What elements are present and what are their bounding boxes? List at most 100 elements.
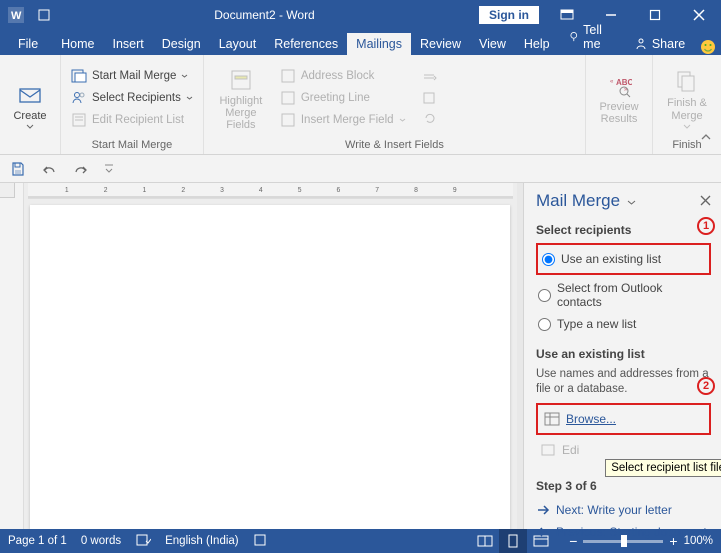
chevron-down-icon bbox=[104, 163, 114, 175]
ribbon-group-create: Create bbox=[0, 55, 61, 154]
svg-text:9: 9 bbox=[453, 187, 457, 194]
horizontal-ruler[interactable]: 121 234 567 89 bbox=[28, 183, 513, 199]
update-labels-button[interactable] bbox=[418, 109, 442, 127]
accessibility-icon[interactable] bbox=[253, 533, 267, 550]
share-button[interactable]: Share bbox=[625, 33, 694, 55]
select-recipients-heading: Select recipients bbox=[536, 223, 711, 237]
annotation-marker-2: 2 bbox=[697, 377, 715, 395]
use-existing-description: Use names and addresses from a file or a… bbox=[536, 367, 711, 397]
ribbon-group-label bbox=[586, 137, 652, 154]
feedback-smiley-icon[interactable] bbox=[694, 39, 721, 55]
radio-input-new[interactable] bbox=[538, 318, 551, 331]
preview-results-button[interactable]: «ABC» Preview Results bbox=[592, 59, 646, 137]
chevron-down-icon bbox=[186, 96, 193, 100]
svg-text:3: 3 bbox=[220, 187, 224, 194]
ribbon-group-write-insert: Highlight Merge Fields Address Block Gre… bbox=[204, 55, 586, 154]
document-page[interactable] bbox=[30, 205, 510, 529]
use-existing-heading: Use an existing list bbox=[536, 347, 711, 361]
highlight-existing-list: Use an existing list bbox=[536, 243, 711, 275]
highlight-merge-fields-button[interactable]: Highlight Merge Fields bbox=[210, 59, 272, 137]
word-count[interactable]: 0 words bbox=[81, 535, 121, 547]
match-fields-button[interactable] bbox=[418, 89, 442, 107]
select-recipients-button[interactable]: Select Recipients bbox=[67, 88, 197, 108]
arrow-right-icon bbox=[536, 504, 550, 516]
tab-references[interactable]: References bbox=[265, 33, 347, 55]
greeting-line-button[interactable]: Greeting Line bbox=[276, 88, 410, 108]
pane-close-button[interactable] bbox=[700, 193, 711, 209]
pane-title: Mail Merge bbox=[536, 191, 636, 211]
insert-merge-field-button[interactable]: Insert Merge Field bbox=[276, 110, 410, 130]
tab-home[interactable]: Home bbox=[52, 33, 103, 55]
svg-text:4: 4 bbox=[259, 187, 263, 194]
radio-input-outlook[interactable] bbox=[538, 289, 551, 302]
redo-icon bbox=[72, 162, 90, 176]
tab-design[interactable]: Design bbox=[153, 33, 210, 55]
radio-use-existing-list[interactable]: Use an existing list bbox=[540, 248, 707, 270]
ribbon-group-label bbox=[0, 149, 60, 154]
chevron-down-icon bbox=[181, 74, 188, 78]
svg-text:5: 5 bbox=[298, 187, 302, 194]
save-button[interactable] bbox=[10, 161, 26, 177]
browse-link[interactable]: Browse... bbox=[540, 408, 707, 430]
print-layout-button[interactable] bbox=[499, 529, 527, 553]
tab-layout[interactable]: Layout bbox=[210, 33, 266, 55]
tab-file[interactable]: File bbox=[4, 33, 52, 55]
tab-mailings[interactable]: Mailings bbox=[347, 33, 411, 55]
highlight-browse: Browse... bbox=[536, 403, 711, 435]
tell-me[interactable]: Tell me bbox=[559, 19, 625, 55]
rules-button[interactable] bbox=[418, 69, 442, 87]
tab-review[interactable]: Review bbox=[411, 33, 470, 55]
next-step-link[interactable]: Next: Write your letter bbox=[536, 499, 711, 521]
spellcheck-icon[interactable] bbox=[135, 533, 151, 550]
read-mode-button[interactable] bbox=[471, 529, 499, 553]
close-button[interactable] bbox=[677, 0, 721, 30]
undo-icon bbox=[40, 162, 58, 176]
edit-recipient-list-button[interactable]: Edit Recipient List bbox=[67, 110, 197, 130]
svg-text:«: « bbox=[610, 79, 614, 85]
zoom-slider[interactable] bbox=[583, 540, 663, 543]
svg-text:1: 1 bbox=[143, 187, 147, 194]
recipients-icon bbox=[71, 90, 87, 106]
qat-customize-button[interactable] bbox=[104, 163, 114, 175]
edit-recipient-link[interactable]: Edi bbox=[536, 439, 711, 461]
chevron-down-icon[interactable] bbox=[627, 200, 636, 206]
maximize-button[interactable] bbox=[633, 0, 677, 30]
arrow-left-icon bbox=[536, 526, 550, 538]
svg-text:ABC: ABC bbox=[616, 78, 632, 87]
envelopes-labels-button[interactable]: Create bbox=[6, 59, 54, 149]
ribbon-group-preview: «ABC» Preview Results bbox=[586, 55, 653, 154]
annotation-marker-1: 1 bbox=[697, 217, 715, 235]
redo-button[interactable] bbox=[72, 162, 90, 176]
document-title: Document2 - Word bbox=[50, 8, 479, 22]
address-icon bbox=[280, 68, 296, 84]
page-indicator[interactable]: Page 1 of 1 bbox=[8, 535, 67, 547]
start-mail-merge-button[interactable]: Start Mail Merge bbox=[67, 66, 197, 86]
autosave-icon[interactable] bbox=[38, 9, 50, 21]
rules-icon bbox=[422, 71, 438, 85]
chevron-down-icon bbox=[26, 124, 34, 129]
svg-text:W: W bbox=[11, 10, 22, 22]
undo-button[interactable] bbox=[40, 162, 58, 176]
edit-icon bbox=[540, 443, 556, 457]
finish-merge-icon bbox=[674, 69, 700, 95]
document-scroll[interactable] bbox=[24, 199, 517, 529]
tab-view[interactable]: View bbox=[470, 33, 515, 55]
address-block-button[interactable]: Address Block bbox=[276, 66, 410, 86]
zoom-thumb[interactable] bbox=[621, 535, 627, 547]
chevron-down-icon bbox=[683, 124, 691, 129]
tab-help[interactable]: Help bbox=[515, 33, 559, 55]
language-indicator[interactable]: English (India) bbox=[165, 535, 239, 547]
collapse-ribbon-icon[interactable] bbox=[699, 130, 713, 148]
svg-text:8: 8 bbox=[414, 187, 418, 194]
main-area: 121 234 567 89 Mail Merge Select recipie… bbox=[0, 183, 721, 529]
radio-input-existing[interactable] bbox=[542, 253, 555, 266]
finish-merge-button[interactable]: Finish & Merge bbox=[659, 59, 715, 137]
radio-type-new-list[interactable]: Type a new list bbox=[536, 313, 711, 335]
svg-text:2: 2 bbox=[104, 187, 108, 194]
vertical-ruler[interactable] bbox=[0, 183, 24, 529]
svg-text:7: 7 bbox=[375, 187, 379, 194]
radio-outlook-contacts[interactable]: Select from Outlook contacts bbox=[536, 277, 711, 313]
tab-insert[interactable]: Insert bbox=[104, 33, 153, 55]
save-icon bbox=[10, 161, 26, 177]
signin-button[interactable]: Sign in bbox=[479, 6, 539, 24]
